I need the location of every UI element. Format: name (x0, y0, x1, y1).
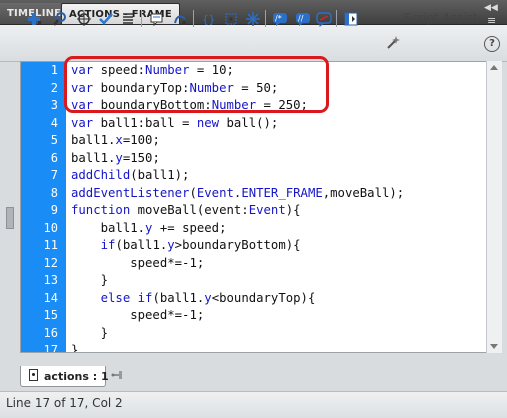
apply-line-comment-icon[interactable]: // (293, 9, 312, 28)
line-number: 1 (50, 63, 58, 77)
toolbar-separator (141, 10, 142, 27)
target-path-icon[interactable] (74, 9, 93, 28)
line-number: 8 (50, 185, 58, 200)
code-line[interactable]: var ball1:ball = new ball(); (71, 115, 278, 133)
code-hint-icon[interactable] (147, 9, 166, 28)
line-number: 5 (50, 133, 58, 147)
toolbox-splitter-handle[interactable] (6, 207, 14, 229)
line-number: 13 (43, 273, 58, 287)
show-hide-toolbox-icon[interactable] (341, 9, 360, 28)
remove-comment-icon[interactable] (314, 9, 333, 28)
code-line[interactable]: speed*=-1; (71, 255, 204, 273)
debug-options-icon[interactable] (170, 9, 189, 28)
code-line[interactable]: function moveBall(event:Event){ (71, 202, 301, 220)
code-line[interactable]: speed*=-1; (71, 307, 204, 325)
code-line[interactable]: addEventListener(Event.ENTER_FRAME,moveB… (71, 185, 404, 203)
line-number: 3 (50, 98, 58, 112)
svg-text:/*: /* (275, 14, 282, 23)
add-script-item-icon[interactable] (24, 9, 43, 28)
toolbar-separator (336, 10, 337, 27)
code-line[interactable]: ball1.y=150; (71, 150, 160, 168)
code-line[interactable]: addChild(ball1); (71, 167, 189, 185)
frame-script-icon (29, 369, 38, 381)
scroll-down-arrow-icon[interactable] (490, 344, 498, 349)
line-number: 4 (50, 115, 58, 130)
help-icon[interactable]: ? (484, 36, 500, 52)
line-number: 6 (50, 150, 58, 165)
check-syntax-icon[interactable] (96, 9, 115, 28)
line-number: 2 (50, 80, 58, 95)
script-assist-button[interactable]: Script Assist (404, 11, 478, 25)
svg-text:{}: {} (202, 13, 215, 26)
find-icon[interactable] (50, 9, 69, 28)
highlight-annotation (64, 56, 329, 113)
code-line[interactable]: } (71, 325, 108, 343)
line-number: 17 (43, 343, 58, 353)
collapse-selection-icon[interactable] (221, 9, 240, 28)
scroll-up-arrow-icon[interactable] (490, 65, 498, 70)
code-line[interactable]: ball1.y += speed; (71, 220, 227, 238)
code-line[interactable]: ball1.x=100; (71, 132, 160, 150)
pin-script-icon[interactable] (111, 369, 124, 385)
line-number: 16 (43, 325, 58, 340)
code-line[interactable]: } (71, 342, 78, 352)
collapse-between-braces-icon[interactable]: {} (199, 9, 218, 28)
script-tab-label: actions : 1 (44, 370, 109, 383)
script-assist-icon[interactable] (385, 35, 401, 54)
expand-all-icon[interactable] (243, 9, 262, 28)
collapse-panel-button[interactable]: ◀◀ (484, 3, 498, 13)
toolbar-separator (265, 10, 266, 27)
svg-text://: // (298, 14, 304, 23)
line-number: 9 (50, 203, 58, 217)
code-line[interactable]: } (71, 272, 108, 290)
line-number: 15 (43, 308, 58, 322)
line-number: 7 (50, 168, 58, 182)
line-number-gutter: 1 2 3 4 5 6 7 8 9 10 11 12 13 14 15 16 1… (21, 62, 66, 352)
line-number: 12 (43, 255, 58, 270)
code-line[interactable]: if(ball1.y>boundaryBottom){ (71, 237, 301, 255)
vertical-scrollbar[interactable] (486, 61, 502, 353)
line-number: 11 (43, 238, 58, 252)
auto-format-icon[interactable] (118, 9, 137, 28)
code-line[interactable]: else if(ball1.y<boundaryTop){ (71, 290, 316, 308)
line-number: 10 (43, 220, 58, 235)
status-text: Line 17 of 17, Col 2 (6, 396, 123, 410)
line-number: 14 (43, 290, 58, 305)
toolbar-separator (193, 10, 194, 27)
apply-block-comment-icon[interactable]: /* (270, 9, 289, 28)
